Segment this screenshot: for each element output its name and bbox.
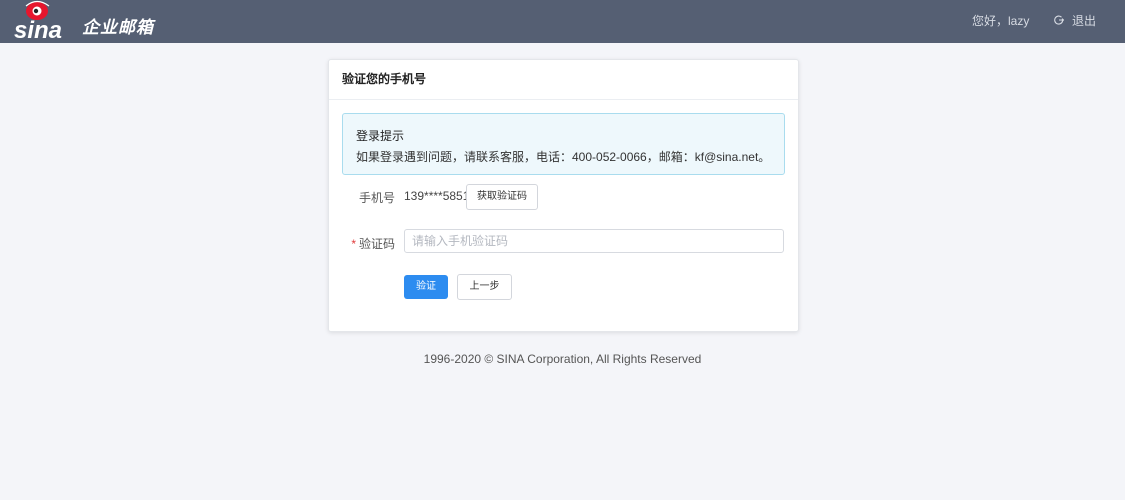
alert-title: 登录提示 bbox=[356, 129, 405, 143]
sina-logo[interactable]: sina 企业邮箱 bbox=[12, 0, 154, 43]
required-mark: * bbox=[351, 237, 356, 251]
logo-text: 企业邮箱 bbox=[82, 18, 154, 37]
logout-icon bbox=[1054, 15, 1064, 25]
card-title: 验证您的手机号 bbox=[329, 60, 798, 100]
logout-button[interactable]: 退出 bbox=[1054, 11, 1096, 29]
login-tip-alert: 登录提示 如果登录遇到问题，请联系客服，电话：400-052-0066，邮箱：k… bbox=[342, 113, 785, 175]
alert-message: 如果登录遇到问题，请联系客服，电话：400-052-0066，邮箱：kf@sin… bbox=[356, 150, 771, 164]
code-label-wrap: * 验证码 bbox=[351, 235, 395, 252]
user-greeting: 您好，lazy bbox=[972, 14, 1030, 28]
sina-eye-logo-icon: sina bbox=[14, 0, 62, 43]
footer-copyright: 1996-2020 © SINA Corporation, All Rights… bbox=[423, 352, 702, 366]
verify-button[interactable]: 验证 bbox=[404, 275, 448, 299]
back-button[interactable]: 上一步 bbox=[457, 274, 512, 300]
phone-label: 手机号 bbox=[358, 191, 395, 205]
code-label: 验证码 bbox=[358, 237, 395, 251]
logout-label: 退出 bbox=[1072, 13, 1097, 28]
phone-number: 139****5851 bbox=[404, 189, 470, 203]
top-bar: sina 企业邮箱 您好，lazy 退出 bbox=[0, 0, 1125, 43]
svg-text:sina: sina bbox=[14, 17, 62, 43]
get-code-button[interactable]: 获取验证码 bbox=[466, 184, 538, 210]
code-input[interactable] bbox=[404, 229, 784, 253]
verify-phone-card: 验证您的手机号 登录提示 如果登录遇到问题，请联系客服，电话：400-052-0… bbox=[328, 59, 799, 332]
